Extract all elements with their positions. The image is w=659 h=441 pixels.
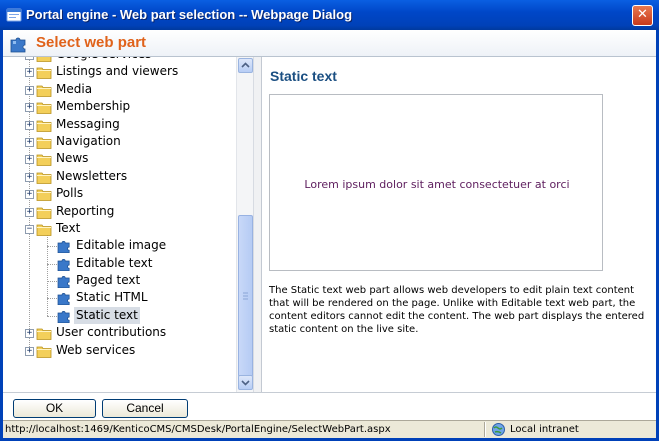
folder-icon: [36, 172, 52, 184]
tree-folder-item[interactable]: + Media: [3, 81, 236, 98]
expand-icon[interactable]: +: [25, 85, 34, 95]
tree-folder-item[interactable]: + User contributions: [3, 324, 236, 341]
webpart-icon: [57, 293, 70, 306]
expand-icon[interactable]: +: [25, 103, 34, 113]
expand-icon[interactable]: +: [25, 137, 34, 147]
tree-folder-item[interactable]: + Navigation: [3, 133, 236, 150]
folder-icon: [36, 207, 52, 219]
tree-item-label[interactable]: Text: [54, 220, 82, 237]
folder-icon: [36, 120, 52, 132]
tree-item-label[interactable]: Paged text: [74, 272, 142, 289]
webpart-title: Static text: [270, 68, 337, 84]
status-bar: http://localhost:1469/KenticoCMS/CMSDesk…: [3, 420, 656, 439]
status-url: http://localhost:1469/KenticoCMS/CMSDesk…: [5, 424, 391, 435]
tree-item-label[interactable]: Media: [54, 81, 94, 98]
puzzle-icon: [10, 37, 26, 53]
dialog-footer: OK Cancel: [3, 392, 656, 421]
folder-open-icon: [36, 224, 52, 236]
grip-icon: [243, 292, 248, 300]
expand-icon[interactable]: +: [25, 207, 34, 217]
scroll-up-button[interactable]: [238, 58, 253, 73]
cancel-button[interactable]: Cancel: [102, 399, 188, 418]
window-title: Portal engine - Web part selection -- We…: [26, 7, 353, 22]
close-button[interactable]: ✕: [632, 5, 653, 26]
expand-icon[interactable]: +: [25, 329, 34, 339]
tree-item-label[interactable]: Membership: [54, 98, 132, 115]
webpart-icon: [57, 276, 70, 289]
tree-item-label[interactable]: News: [54, 150, 90, 167]
tree-folder-item[interactable]: + Web services: [3, 342, 236, 359]
dialog-heading: Select web part: [36, 34, 147, 51]
webpart-preview: Lorem ipsum dolor sit amet consectetuer …: [269, 94, 603, 271]
tree-item-label[interactable]: Messaging: [54, 116, 122, 133]
tree-item-label[interactable]: Reporting: [54, 203, 116, 220]
tree-webpart-item[interactable]: Editable image: [3, 237, 236, 254]
folder-icon: [36, 67, 52, 80]
tree-item-label[interactable]: Static HTML: [74, 289, 150, 306]
webpart-icon: [57, 258, 70, 271]
scroll-down-button[interactable]: [238, 375, 253, 390]
folder-icon: [36, 85, 52, 97]
expand-icon[interactable]: +: [25, 57, 34, 60]
tree-folder-item[interactable]: + Membership: [3, 98, 236, 115]
webpart-icon: [57, 310, 70, 323]
window-titlebar: Portal engine - Web part selection -- We…: [0, 0, 659, 30]
tree-webpart-item[interactable]: Static text: [3, 306, 236, 324]
expand-icon[interactable]: +: [25, 346, 34, 356]
expand-icon[interactable]: +: [25, 190, 34, 200]
expand-icon[interactable]: +: [25, 120, 34, 130]
dialog-header: Select web part: [3, 30, 656, 57]
ie-window-icon: [6, 8, 22, 22]
tree-scrollbar[interactable]: [236, 57, 253, 392]
status-separator: [484, 422, 485, 437]
folder-icon: [36, 328, 52, 341]
expand-icon[interactable]: +: [25, 155, 34, 165]
webpart-description: The Static text web part allows web deve…: [269, 285, 645, 335]
webpart-icon: [57, 241, 70, 254]
preview-text: Lorem ipsum dolor sit amet consectetuer …: [304, 178, 570, 191]
folder-icon: [36, 57, 52, 62]
folder-icon: [36, 137, 52, 149]
tree-folder-item[interactable]: + Listings and viewers: [3, 63, 236, 80]
tree-webpart-item[interactable]: Static HTML: [3, 289, 236, 306]
tree-item-label[interactable]: Navigation: [54, 133, 123, 150]
expand-icon[interactable]: +: [25, 172, 34, 182]
intranet-globe-icon: [492, 423, 505, 436]
tree-webpart-item[interactable]: Paged text: [3, 272, 236, 289]
tree-item-label[interactable]: Newsletters: [54, 168, 129, 185]
folder-icon: [36, 346, 52, 358]
folder-icon: [36, 154, 52, 167]
tree-folder-item[interactable]: + Messaging: [3, 116, 236, 133]
tree-folder-item[interactable]: + News: [3, 150, 236, 167]
pane-splitter[interactable]: [253, 57, 262, 392]
collapse-icon[interactable]: −: [25, 224, 34, 234]
tree-folder-item[interactable]: − Text: [3, 220, 236, 237]
webpart-tree: + Google services + Listings and viewers + Me…: [3, 57, 237, 392]
tree-webpart-item[interactable]: Editable text: [3, 255, 236, 272]
tree-item-label[interactable]: User contributions: [54, 324, 168, 341]
tree-item-label[interactable]: Web services: [54, 342, 137, 359]
expand-icon[interactable]: +: [25, 68, 34, 78]
tree-folder-item[interactable]: + Reporting: [3, 203, 236, 220]
tree-folder-item[interactable]: + Newsletters: [3, 168, 236, 185]
dialog-frame: Select web part + Google services + Listing…: [0, 30, 659, 441]
tree-folder-item[interactable]: + Polls: [3, 185, 236, 202]
chevron-down-icon: [241, 380, 250, 386]
tree-item-label[interactable]: Listings and viewers: [54, 63, 180, 80]
ok-button[interactable]: OK: [13, 399, 96, 418]
folder-icon: [36, 189, 52, 202]
tree-item-label[interactable]: Editable image: [74, 237, 168, 254]
chevron-up-icon: [241, 62, 250, 68]
tree-item-label[interactable]: Polls: [54, 185, 85, 202]
tree-item-label[interactable]: Static text: [74, 306, 140, 324]
webpart-details: Static text Lorem ipsum dolor sit amet c…: [262, 57, 656, 392]
folder-icon: [36, 102, 52, 115]
tree-item-label[interactable]: Google services: [54, 57, 153, 63]
tree-list: + Google services + Listings and viewers + Me…: [3, 57, 236, 359]
scroll-thumb[interactable]: [238, 215, 253, 377]
tree-item-label[interactable]: Editable text: [74, 255, 154, 272]
zone-label: Local intranet: [510, 424, 579, 435]
